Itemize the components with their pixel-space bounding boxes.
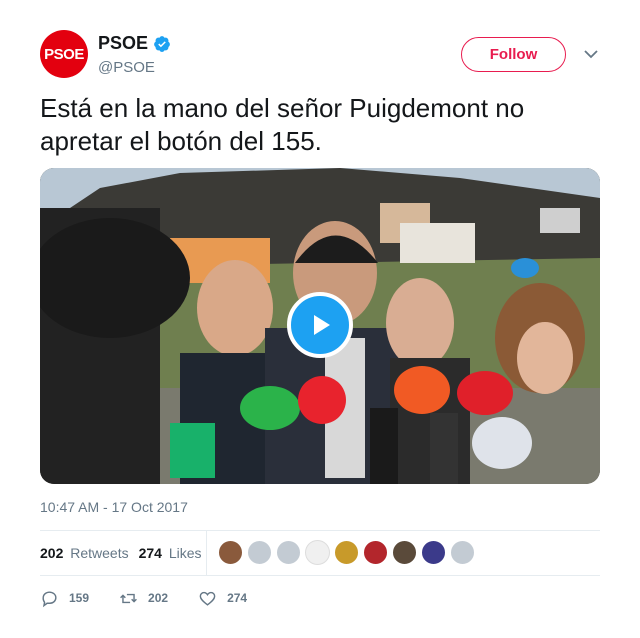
liker-avatars (218, 540, 479, 565)
likes-stat[interactable]: 274 Likes (139, 545, 202, 561)
tweet-actions: 159 202 274 (40, 586, 277, 610)
retweet-icon (120, 593, 137, 603)
avatar[interactable]: PSOE (40, 30, 88, 78)
avatar-logo-text: PSOE (44, 45, 84, 63)
retweets-stat[interactable]: 202 Retweets (40, 545, 129, 561)
reply-count: 159 (69, 591, 90, 605)
stats-separator (206, 531, 207, 575)
liker-avatar[interactable] (276, 540, 301, 565)
follow-button[interactable]: Follow (461, 37, 566, 72)
liker-avatar[interactable] (247, 540, 272, 565)
play-icon (314, 315, 330, 335)
liker-avatar[interactable] (334, 540, 359, 565)
heart-icon (199, 591, 216, 606)
name-row: PSOE (98, 33, 171, 54)
tweet-timestamp[interactable]: 10:47 AM - 17 Oct 2017 (40, 499, 188, 515)
liker-avatar[interactable] (218, 540, 243, 565)
verified-badge-icon (154, 35, 170, 52)
play-button[interactable] (287, 292, 353, 358)
liker-avatar[interactable] (305, 540, 330, 565)
tweet-header: PSOE PSOE @PSOE Follow (40, 30, 600, 82)
handle[interactable]: @PSOE (98, 59, 155, 76)
divider (40, 575, 600, 576)
video-player[interactable] (40, 168, 600, 484)
tweet-text: Está en la mano del señor Puigdemont no … (40, 93, 525, 156)
liker-avatar[interactable] (450, 540, 475, 565)
chevron-down-icon[interactable] (583, 46, 599, 62)
like-count: 274 (227, 591, 248, 605)
liker-avatar[interactable] (363, 540, 388, 565)
retweets-count: 202 (40, 545, 64, 561)
likes-label: Likes (168, 545, 202, 561)
display-name[interactable]: PSOE (98, 33, 148, 54)
likes-count: 274 (138, 545, 162, 561)
retweet-action[interactable]: 202 (119, 589, 168, 608)
liker-avatar[interactable] (421, 540, 446, 565)
like-action[interactable]: 274 (198, 589, 247, 608)
reply-icon (42, 590, 57, 607)
retweets-label: Retweets (70, 545, 129, 561)
liker-avatar[interactable] (392, 540, 417, 565)
retweet-count: 202 (148, 591, 169, 605)
reply-action[interactable]: 159 (40, 589, 89, 608)
engagement-stats: 202 Retweets 274 Likes (40, 531, 600, 575)
